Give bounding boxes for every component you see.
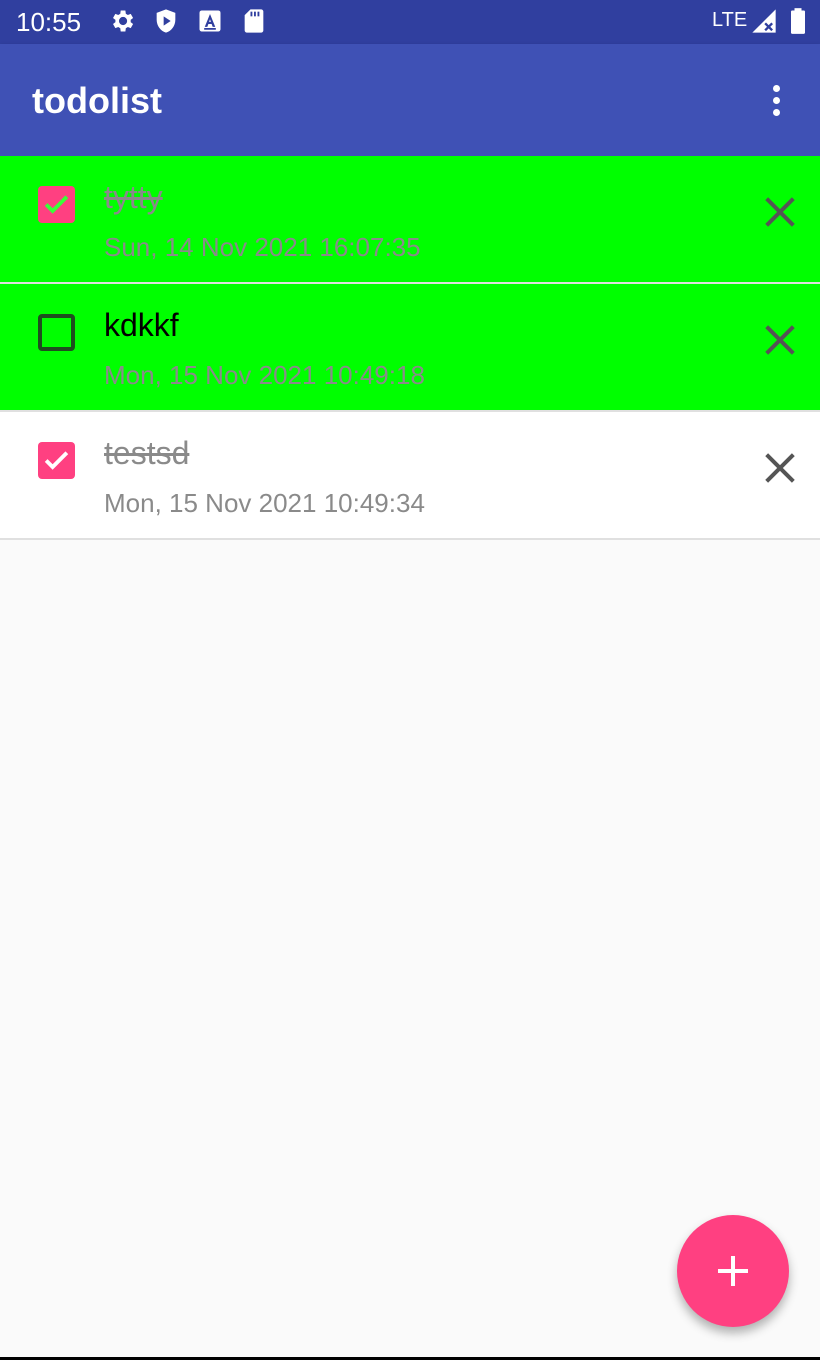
todo-date: Mon, 15 Nov 2021 10:49:34: [104, 488, 425, 518]
close-icon[interactable]: [760, 448, 800, 488]
app-title: todolist: [32, 80, 162, 121]
more-vert-icon[interactable]: [756, 78, 796, 122]
todo-checkbox[interactable]: [38, 442, 75, 479]
status-bar: 10:55 LTE: [0, 0, 820, 44]
network-type: LTE: [712, 9, 748, 31]
sd-card-icon: [244, 9, 264, 33]
todo-date: Mon, 15 Nov 2021 10:49:18: [104, 360, 425, 390]
add-todo-button[interactable]: [677, 1215, 789, 1327]
shield-icon: [156, 9, 176, 33]
plus-icon: [718, 1256, 748, 1286]
a-letter-icon: [199, 10, 221, 32]
list-item: tytty Sun, 14 Nov 2021 16:07:35: [0, 156, 820, 284]
signal-icon: [752, 9, 776, 33]
app-bar: todolist: [0, 44, 820, 156]
todo-checkbox[interactable]: [38, 186, 75, 223]
todo-checkbox[interactable]: [38, 314, 75, 351]
close-icon[interactable]: [760, 320, 800, 360]
todo-date: Sun, 14 Nov 2021 16:07:35: [104, 232, 421, 262]
list-item: testsd Mon, 15 Nov 2021 10:49:34: [0, 412, 820, 540]
todo-title: tytty: [104, 179, 163, 215]
todo-title: kdkkf: [104, 307, 179, 343]
status-time: 10:55: [16, 7, 82, 37]
close-icon[interactable]: [760, 192, 800, 232]
gear-icon: [113, 10, 134, 32]
todo-title: testsd: [104, 435, 190, 471]
list-item: kdkkf Mon, 15 Nov 2021 10:49:18: [0, 284, 820, 412]
battery-icon: [791, 8, 805, 34]
